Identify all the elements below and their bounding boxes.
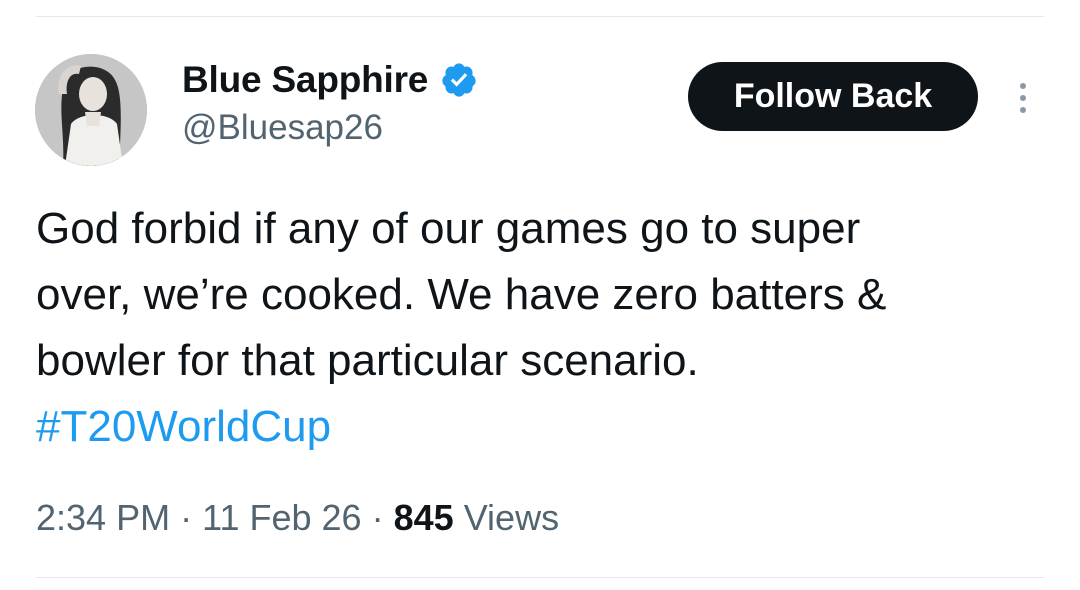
author-display-name[interactable]: Blue Sapphire: [182, 59, 428, 101]
profile-photo-icon: [35, 54, 147, 166]
tweet-text-line: God forbid if any of our games go to sup…: [36, 204, 861, 253]
avatar[interactable]: [35, 54, 147, 166]
top-divider: [36, 16, 1044, 17]
more-dot: [1020, 83, 1026, 89]
tweet-date[interactable]: 11 Feb 26: [202, 497, 361, 538]
meta-separator: ·: [180, 497, 193, 538]
meta-separator: ·: [371, 497, 384, 538]
hashtag-link[interactable]: #T20WorldCup: [36, 394, 1046, 460]
more-dot: [1020, 95, 1026, 101]
tweet-meta: 2:34 PM · 11 Feb 26 · 845 Views: [36, 497, 559, 539]
views-label: Views: [463, 497, 560, 538]
follow-back-button[interactable]: Follow Back: [688, 62, 978, 131]
bottom-divider: [36, 577, 1044, 578]
tweet-time[interactable]: 2:34 PM: [36, 497, 170, 538]
tweet-text-line: over, we’re cooked. We have zero batters…: [36, 270, 887, 319]
views-count: 845: [393, 497, 454, 538]
author-handle[interactable]: @Bluesap26: [182, 108, 383, 148]
tweet-text: God forbid if any of our games go to sup…: [36, 196, 1046, 460]
author-name-row: Blue Sapphire: [182, 58, 478, 102]
more-dot: [1020, 107, 1026, 113]
more-options-icon[interactable]: [1008, 78, 1038, 118]
tweet-text-line: bowler for that particular scenario.: [36, 336, 699, 385]
verified-badge-icon[interactable]: [440, 61, 478, 99]
